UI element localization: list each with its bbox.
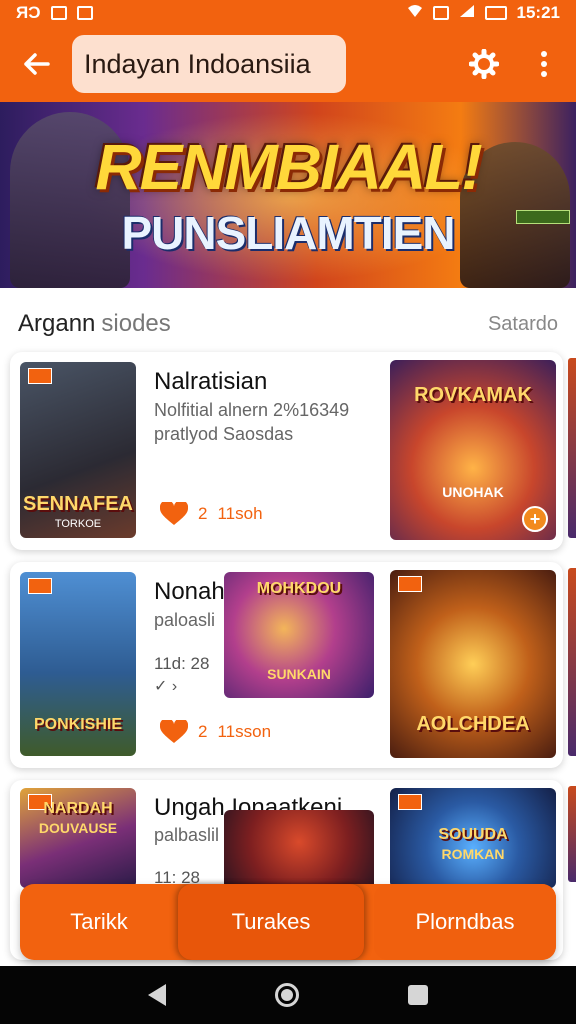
thumbnail-caption: SOUUDA	[438, 826, 508, 843]
system-nav-bar	[0, 966, 576, 1024]
thumbnail-caption: MOHKDOU	[256, 580, 342, 597]
section-subtitle: siodes	[101, 310, 171, 337]
thumbnail-subcaption: UNOHAK	[442, 484, 504, 500]
game-card[interactable]: PONKISHIE Nonah paloasli 11d: 28 ✓ › 2 1…	[10, 562, 563, 768]
carousel-peek	[568, 786, 576, 882]
game-thumbnail[interactable]: NARDAH DOUVAUSE	[20, 788, 136, 888]
chevron-icon: ✓ ›	[154, 678, 178, 695]
card-description: palbaslil	[154, 825, 220, 845]
game-thumbnail[interactable]: SENNAFEA TORKOE	[20, 362, 136, 538]
thumbnail-subcaption: TORKOE	[54, 518, 102, 530]
banner-title: RENMBIAAL!	[95, 131, 482, 203]
bottom-tab-bar: Tarikk Turakes Plorndbas	[20, 884, 556, 960]
nav-recents-icon[interactable]	[408, 985, 428, 1005]
status-text: ЯƆ	[16, 3, 41, 22]
thumbnail-caption: PONKISHIE	[33, 716, 122, 733]
like-button[interactable]: 2 11soh	[160, 502, 263, 526]
game-card[interactable]: SENNAFEA TORKOE Nalratisian Nolfitial al…	[10, 352, 563, 550]
wifi-icon	[407, 3, 423, 23]
card-meta: 11soh	[217, 504, 263, 523]
more-options-button[interactable]	[528, 44, 560, 84]
game-thumbnail[interactable]	[224, 810, 374, 890]
dot-icon	[541, 61, 547, 67]
thumbnail-caption: SENNAFEA	[22, 493, 133, 515]
section-title: Argann	[18, 310, 96, 337]
game-thumbnail[interactable]: PONKISHIE	[20, 572, 136, 756]
thumbnail-caption: NARDAH	[43, 800, 113, 817]
nav-home-icon[interactable]	[275, 983, 299, 1007]
carousel-peek	[568, 358, 576, 538]
thumbnail-caption: AOLCHDEA	[416, 713, 530, 735]
thumbnail-caption: ROVKAMAK	[414, 384, 532, 406]
game-thumbnail[interactable]: MOHKDOU SUNKAIN	[224, 572, 374, 698]
notification-icon	[76, 6, 93, 20]
app-title[interactable]: Indayan Indoansiia	[72, 35, 346, 93]
card-description: paloasli	[154, 610, 216, 630]
card-description-line2: pratlyod Saosdas	[154, 424, 294, 444]
see-all-link[interactable]: Satardo	[488, 313, 558, 336]
thumbnail-tag	[28, 578, 52, 594]
card-title: Nonah	[154, 578, 225, 605]
app-bar: Indayan Indoansiia	[0, 26, 576, 102]
add-button[interactable]: +	[522, 506, 548, 532]
status-time: 15:21	[516, 3, 560, 22]
plus-icon: +	[529, 508, 541, 529]
card-meta: 11sson	[217, 722, 272, 741]
status-bar: ЯƆ 15:21	[0, 0, 576, 26]
tab-turakes[interactable]: Turakes	[178, 884, 364, 960]
game-thumbnail[interactable]: AOLCHDEA	[390, 570, 556, 758]
thumbnail-tag	[28, 368, 52, 384]
thumbnail-subcaption: ROMKAN	[441, 846, 505, 862]
signal-icon	[459, 3, 475, 23]
thumbnail-subcaption: SUNKAIN	[267, 666, 331, 682]
arrow-left-icon	[24, 53, 50, 75]
heart-icon	[160, 502, 188, 525]
promo-banner[interactable]: RENMBIAAL! PUNSLIAMTIEN	[0, 102, 576, 288]
tab-tarikk[interactable]: Tarikk	[20, 884, 178, 960]
back-button[interactable]	[0, 26, 72, 102]
settings-button[interactable]	[464, 44, 504, 84]
nav-back-icon[interactable]	[148, 984, 166, 1006]
dot-icon	[541, 71, 547, 77]
screenshot-icon	[50, 6, 67, 20]
gear-icon	[469, 49, 499, 79]
battery-icon	[484, 6, 507, 20]
game-thumbnail[interactable]: ROVKAMAK UNOHAK +	[390, 360, 556, 540]
tab-plorndbas[interactable]: Plorndbas	[374, 884, 556, 960]
carousel-peek	[568, 568, 576, 756]
card-description: Nolfitial alnern 2%16349	[154, 400, 350, 420]
heart-icon	[160, 720, 188, 743]
banner-subtitle: PUNSLIAMTIEN	[121, 207, 456, 259]
like-count: 2	[198, 504, 208, 523]
card-title: Nalratisian	[154, 368, 268, 395]
like-count: 2	[198, 722, 208, 741]
like-button[interactable]: 2 11sson	[160, 720, 271, 744]
thumbnail-subcaption: DOUVAUSE	[38, 820, 118, 836]
section-header: Argann siodes Satardo	[0, 302, 576, 346]
dot-icon	[541, 51, 547, 57]
card-time: 11d: 28	[154, 654, 210, 673]
sim-icon	[432, 6, 449, 20]
game-thumbnail[interactable]: SOUUDA ROMKAN	[390, 788, 556, 888]
thumbnail-tag	[398, 794, 422, 810]
thumbnail-tag	[398, 576, 422, 592]
